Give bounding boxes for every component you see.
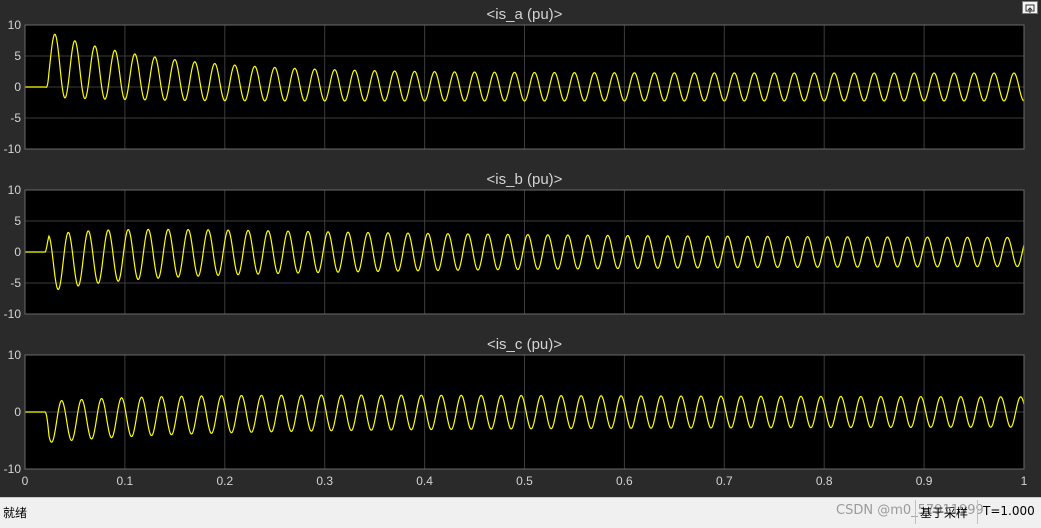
x-tick-label: 0.8 — [816, 474, 833, 488]
x-tick-label: 1 — [1021, 474, 1028, 488]
x-tick-label: 0.3 — [316, 474, 333, 488]
y-tick-label: 0 — [14, 245, 21, 259]
y-tick-label: 10 — [8, 183, 22, 197]
undock-button[interactable] — [1022, 1, 1038, 14]
x-tick-label: 0.7 — [716, 474, 733, 488]
sim-time-text: T=1.000 — [983, 504, 1035, 518]
y-tick-label: -5 — [10, 111, 21, 125]
y-tick-label: 0 — [14, 80, 21, 94]
status-divider — [915, 500, 916, 524]
x-tick-label: 0.4 — [416, 474, 433, 488]
scope-axes-3: <is_c (pu)> 0 0.1 0.2 0.3 0.4 0.5 0.6 0.7 0.8 0.9 1… — [4, 336, 1028, 488]
scope-axes-1: <is_a (pu)> 10 5 0 -5 -10 — [4, 6, 1025, 156]
status-divider — [977, 500, 978, 524]
axes-title: <is_b (pu)> — [487, 171, 563, 188]
y-tick-label: -10 — [4, 142, 22, 156]
y-tick-label: 0 — [14, 405, 21, 419]
axes-title: <is_c (pu)> — [487, 336, 562, 353]
y-tick-label: -10 — [4, 307, 22, 321]
scope-axes-2: <is_b (pu)> 10 5 0 -5 -10 — [4, 171, 1025, 321]
x-tick-label: 0.1 — [117, 474, 134, 488]
status-bar: 就绪 CSDN @m0_57911999 基于采样 T=1.000 — [0, 497, 1041, 528]
sample-mode-text: 基于采样 — [920, 506, 969, 520]
y-tick-label: 10 — [8, 18, 22, 32]
scope-figure: <is_a (pu)>1050-5-10<is_b (pu)>1050-5-10… — [0, 0, 1041, 497]
x-tick-label: 0.6 — [616, 474, 633, 488]
axes-title: <is_a (pu)> — [487, 6, 563, 23]
x-tick-label: 0.9 — [916, 474, 933, 488]
x-tick-label: 0.5 — [516, 474, 533, 488]
axes-layer: <is_a (pu)>1050-5-10<is_b (pu)>1050-5-10… — [4, 6, 1028, 488]
x-tick-label: 0.2 — [216, 474, 233, 488]
x-tick-label: 0 — [22, 474, 29, 488]
y-tick-label: 5 — [14, 49, 21, 63]
y-tick-label: -10 — [4, 462, 22, 476]
undock-icon — [1025, 4, 1035, 13]
y-tick-label: -5 — [10, 276, 21, 290]
y-tick-label: 10 — [8, 348, 22, 362]
y-tick-label: 5 — [14, 214, 21, 228]
status-ready-text: 就绪 — [3, 506, 28, 520]
